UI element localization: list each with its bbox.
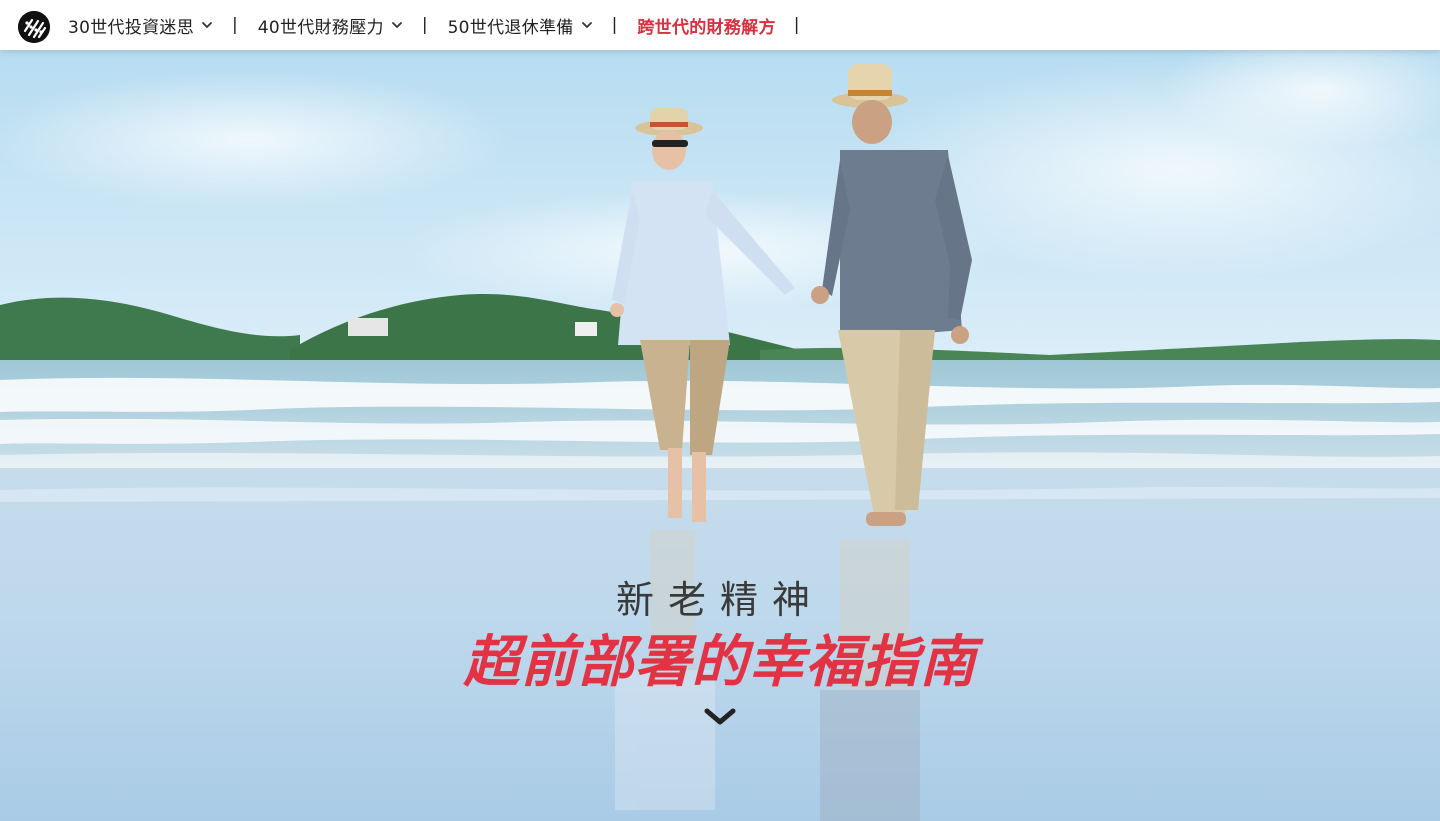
nav-item-label: 50世代退休準備 <box>447 17 574 38</box>
chevron-down-icon[interactable] <box>703 706 737 728</box>
nav-item-30s[interactable]: 30世代投資迷思 <box>68 13 214 38</box>
top-navigation-bar: 30世代投資迷思 | 40世代財務壓力 | 50世代退休準備 | 跨世代的財務解… <box>0 0 1440 50</box>
nav-separator: | <box>232 15 238 35</box>
chevron-down-icon <box>391 22 402 28</box>
nav-item-label: 40世代財務壓力 <box>257 17 384 38</box>
nav-separator: | <box>421 15 428 35</box>
chevron-down-icon <box>202 22 212 28</box>
nav-item-40s[interactable]: 40世代財務壓力 <box>258 13 404 38</box>
nav-item-cross-generation[interactable]: 跨世代的財務解方 <box>637 13 775 38</box>
hero-title: 超前部署的幸福指南 <box>463 630 977 695</box>
brand-logo-icon[interactable] <box>18 11 50 43</box>
main-nav: 30世代投資迷思 | 40世代財務壓力 | 50世代退休準備 | 跨世代的財務解… <box>68 0 819 50</box>
nav-item-label: 跨世代的財務解方 <box>637 17 776 38</box>
nav-item-50s[interactable]: 50世代退休準備 <box>448 13 594 38</box>
nav-item-label: 30世代投資迷思 <box>68 17 195 38</box>
hero-subtitle: 新老精神 <box>615 578 824 622</box>
chevron-down-icon <box>581 22 592 28</box>
nav-separator: | <box>611 15 618 35</box>
nav-separator: | <box>793 15 800 35</box>
hero-section: 新老精神 超前部署的幸福指南 <box>0 50 1440 821</box>
